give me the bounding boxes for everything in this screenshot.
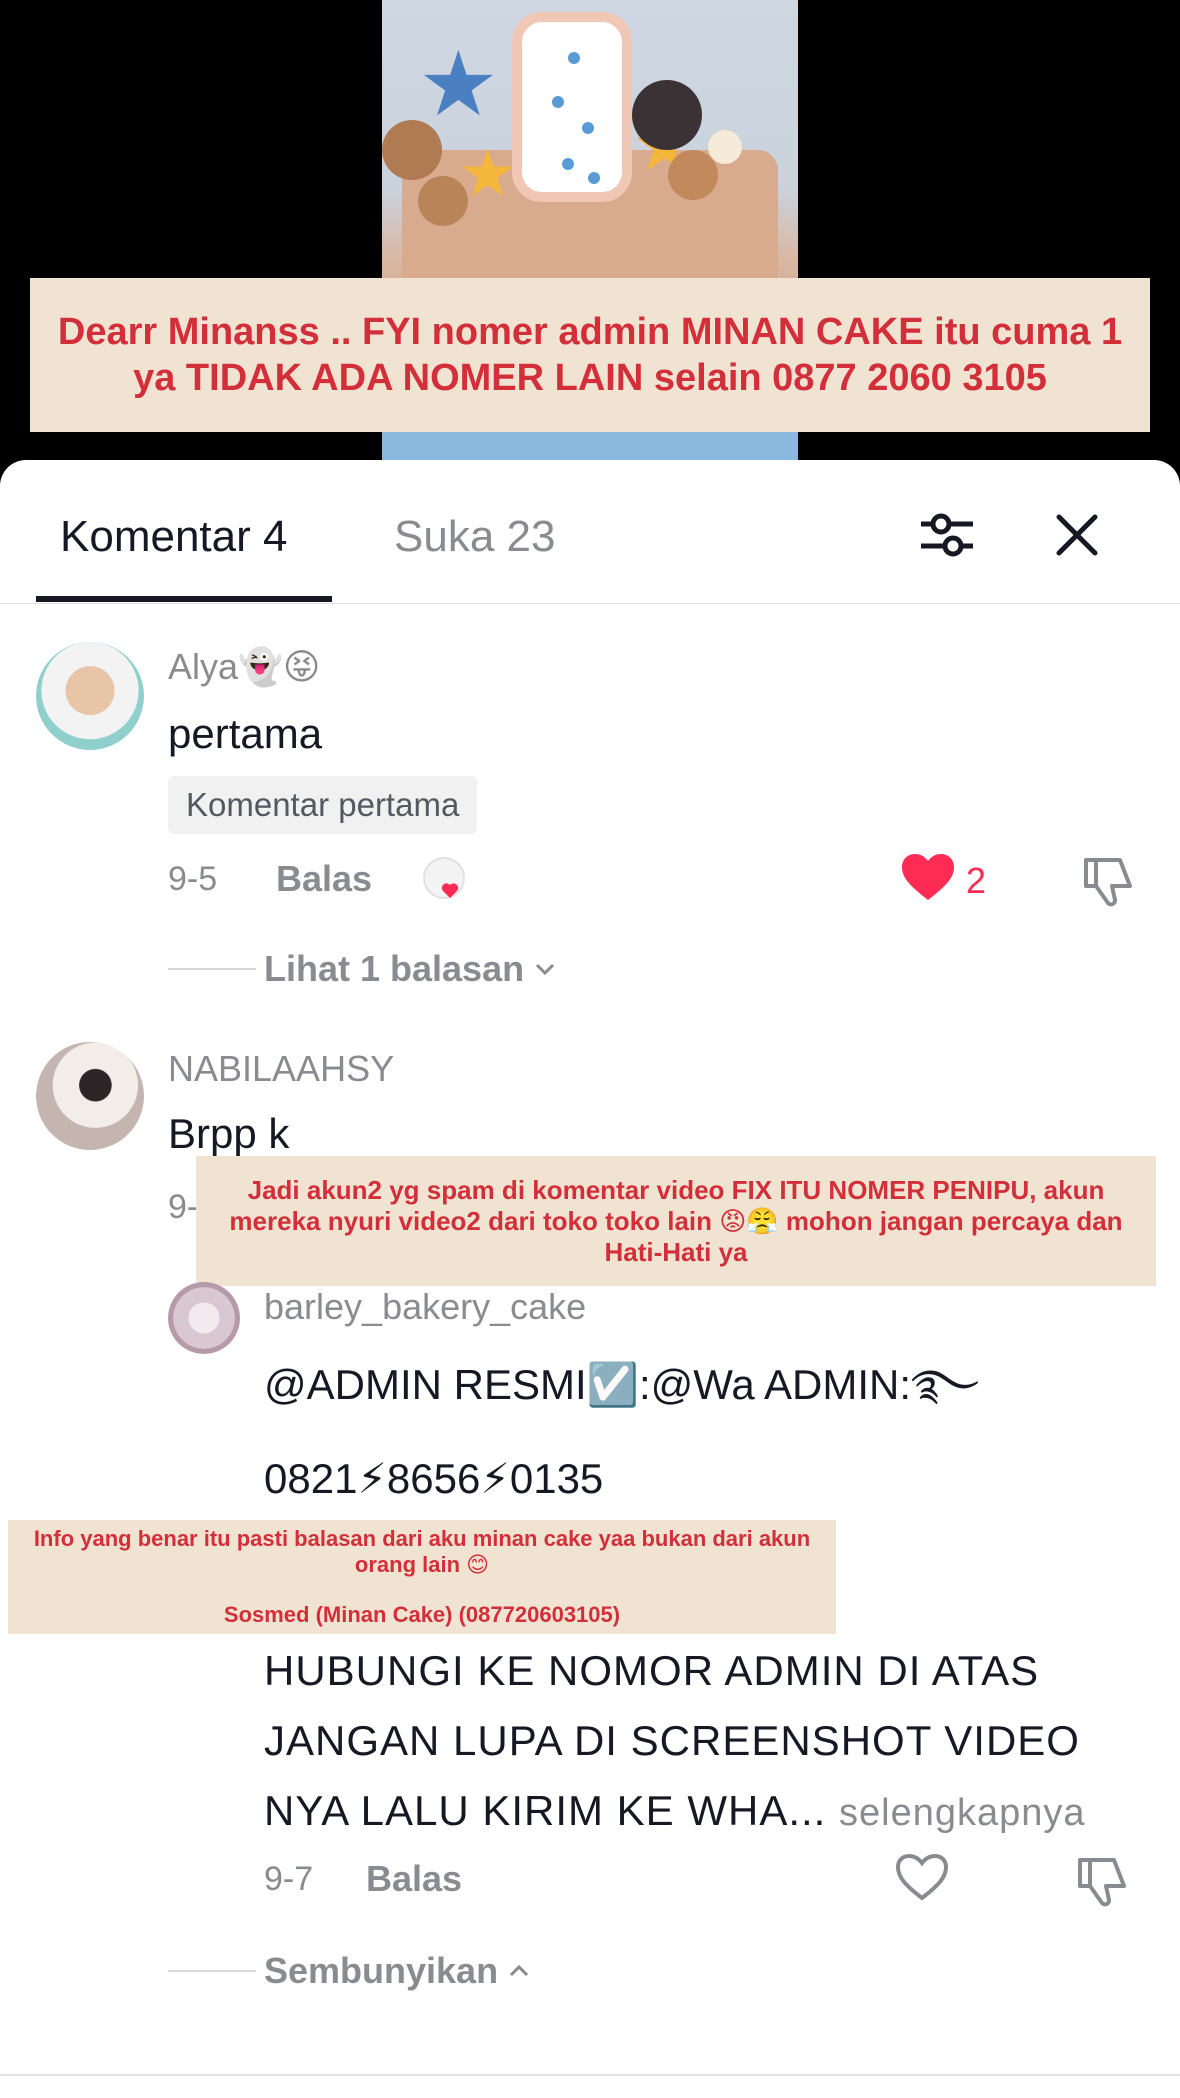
avatar[interactable] [168,1282,240,1354]
reply-text-top: @ADMIN RESMI☑️:@Wa ADMIN:࿐ 0821⚡8656⚡013… [264,1350,979,1514]
comment-username[interactable]: Alya👻😝 [168,646,320,688]
comment-text: pertama [168,710,323,757]
reply-line-2: 0821⚡8656⚡0135 [264,1455,604,1502]
view-replies-label: Lihat 1 balasan [264,948,525,989]
creator-liked-icon [422,856,476,910]
overlay-info-text-2: Sosmed (Minan Cake) (087720603105) [223,1602,621,1627]
overlay-info-text-1: Info yang benar itu pasti balasan dari a… [33,1526,811,1577]
video-player[interactable]: ★ ★ ★ Dearr Minanss .. FYI nomer admin M… [0,0,1180,470]
white-ball [708,130,742,164]
reply-text-bottom: HUBUNGI KE NOMOR ADMIN DI ATAS JANGAN LU… [264,1636,1086,1848]
overlay-warning-text: Jadi akun2 yg spam di komentar video FIX… [229,1174,1123,1267]
comments-sheet: Komentar 4 Suka 23 Alya👻😝 pertama Koment… [0,460,1180,2098]
video-caption-banner: Dearr Minanss .. FYI nomer admin MINAN C… [30,278,1150,432]
view-replies-button[interactable]: Lihat 1 balasan [264,948,560,990]
reply-button[interactable]: Balas [366,1858,462,1900]
comment-date: 9- [168,1188,199,1226]
comment-date: 9-5 [168,860,218,898]
blue-star-decoration: ★ [418,35,499,135]
dislike-icon[interactable] [1080,852,1136,908]
heart-filled-icon[interactable] [900,852,956,904]
sliders-icon[interactable] [912,500,982,570]
reply-line-3: HUBUNGI KE NOMOR ADMIN DI ATAS [264,1647,1040,1694]
number-one-topper [512,12,632,202]
dark-ball [632,80,702,150]
comment-username[interactable]: NABILAAHSY [168,1048,394,1090]
see-more-link[interactable]: selengkapnya [839,1792,1086,1834]
tab-likes[interactable]: Suka 23 [394,512,555,562]
bottom-divider [0,2074,1180,2076]
first-comment-badge: Komentar pertama [168,776,478,834]
chevron-up-icon [510,1964,529,1977]
heart-outline-icon[interactable] [894,1852,950,1904]
avatar[interactable] [36,1042,144,1150]
reply-line-5: NYA LALU KIRIM KE WHA... [264,1787,827,1834]
close-icon[interactable] [1042,500,1112,570]
reply-line-4: JANGAN LUPA DI SCREENSHOT VIDEO [264,1717,1080,1764]
reply-line-1: @ADMIN RESMI☑️:@Wa ADMIN:࿐ [264,1361,980,1408]
reply-username[interactable]: barley_bakery_cake [264,1286,586,1328]
reply-button[interactable]: Balas [276,858,372,900]
overlay-info-banner: Info yang benar itu pasti balasan dari a… [8,1520,836,1634]
overlay-warning-banner: Jadi akun2 yg spam di komentar video FIX… [196,1156,1156,1286]
comment-text: Brpp k [168,1110,290,1157]
hide-replies-button[interactable]: Sembunyikan [264,1950,534,1992]
chevron-down-icon [536,963,555,976]
divider-line [168,1970,256,1972]
comments-header: Komentar 4 Suka 23 [0,460,1180,604]
dislike-icon[interactable] [1074,1852,1130,1908]
like-count: 2 [966,860,987,901]
chocolate-ball [382,120,442,180]
tab-comments[interactable]: Komentar 4 [60,512,287,562]
avatar[interactable] [36,642,144,750]
active-tab-indicator [36,596,332,602]
chocolate-ball-2 [418,176,468,226]
hide-replies-label: Sembunyikan [264,1950,499,1991]
reply-date: 9-7 [264,1860,314,1898]
chocolate-ball-3 [668,150,718,200]
divider-line [168,968,256,970]
